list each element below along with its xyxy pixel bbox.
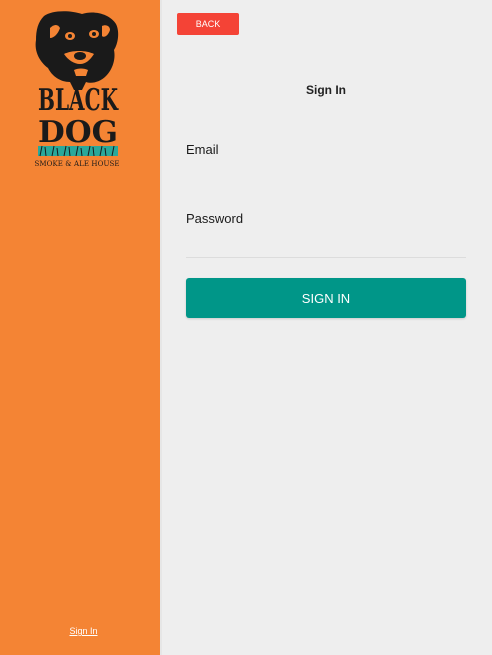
app-window: BLACK DOG SMOKE & ALE HOUSE Sign In BACK… (0, 0, 492, 655)
password-field[interactable] (186, 230, 466, 256)
sidebar-divider (160, 0, 162, 655)
sidebar: BLACK DOG SMOKE & ALE HOUSE Sign In (0, 0, 160, 655)
logo-subtitle: SMOKE & ALE HOUSE (34, 160, 120, 168)
black-dog-logo: BLACK DOG SMOKE & ALE HOUSE (30, 10, 124, 172)
password-label: Password (186, 211, 244, 226)
svg-text:DOG: DOG (38, 115, 118, 150)
email-label: Email (186, 142, 219, 157)
page-title: Sign In (306, 83, 346, 97)
dog-logo-icon: BLACK DOG (35, 11, 119, 157)
svg-text:BLACK: BLACK (38, 83, 119, 118)
signin-button[interactable]: SIGN IN (186, 278, 466, 318)
password-underline (186, 257, 466, 258)
email-underline (186, 188, 466, 189)
sidebar-signin-link[interactable]: Sign In (0, 626, 167, 636)
email-field[interactable] (186, 162, 466, 188)
back-button[interactable]: BACK (177, 13, 239, 35)
